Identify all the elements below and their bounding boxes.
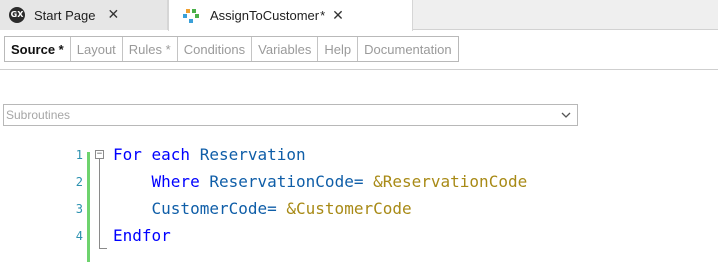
line-number: 4	[75, 229, 83, 243]
code-text[interactable]: For each Reservation	[113, 143, 306, 167]
tab-variables[interactable]: Variables	[251, 37, 317, 61]
code-token: Reservation	[190, 145, 306, 164]
tab-rules[interactable]: Rules *	[121, 37, 177, 61]
subroutines-dropdown[interactable]: Subroutines	[3, 104, 578, 126]
tab-label: AssignToCustomer	[210, 8, 320, 23]
modified-marker: *	[320, 8, 326, 23]
code-token: &ReservationCode	[373, 172, 528, 191]
code-token: ReservationCode=	[199, 172, 374, 191]
code-text[interactable]: Where ReservationCode= &ReservationCode	[113, 170, 528, 194]
tab-help[interactable]: Help	[317, 37, 357, 61]
code-line[interactable]: 4 Endfor	[0, 224, 718, 248]
code-text[interactable]: CustomerCode= &CustomerCode	[113, 197, 412, 221]
procedure-object-icon	[183, 8, 201, 24]
subroutines-value: Subroutines	[6, 108, 71, 122]
code-text[interactable]: Endfor	[113, 224, 171, 248]
close-icon[interactable]: ✕	[332, 8, 344, 24]
close-icon[interactable]: ✕	[107, 7, 119, 23]
line-number: 1	[75, 148, 83, 162]
code-token: &CustomerCode	[286, 199, 412, 218]
gx-logo-icon: GX	[9, 7, 25, 23]
code-line[interactable]: 2 Where ReservationCode= &ReservationCod…	[0, 170, 718, 194]
tab-layout[interactable]: Layout	[69, 37, 122, 61]
tab-documentation[interactable]: Documentation	[357, 37, 457, 61]
tab-assign-to-customer[interactable]: AssignToCustomer * ✕	[168, 0, 413, 31]
code-token: CustomerCode=	[113, 199, 287, 218]
tab-conditions[interactable]: Conditions	[176, 37, 251, 61]
line-number: 2	[75, 175, 83, 189]
tab-start-page[interactable]: GX Start Page ✕	[0, 0, 168, 30]
fold-guide-end	[99, 248, 107, 249]
tab-source[interactable]: Source *	[5, 37, 70, 61]
part-tabs: Source * Layout Rules * Conditions Varia…	[4, 36, 459, 62]
code-token: Where	[113, 172, 200, 191]
document-tab-strip: GX Start Page ✕ AssignToCustomer * ✕	[0, 0, 718, 31]
chevron-down-icon[interactable]	[555, 105, 577, 125]
tab-label: Start Page	[34, 7, 96, 23]
code-line[interactable]: 1 For each Reservation	[0, 143, 718, 167]
line-number: 3	[75, 202, 83, 216]
code-token: For each	[113, 145, 191, 164]
code-token: Endfor	[113, 226, 171, 245]
code-editor[interactable]: − 1 For each Reservation 2 Where Reserva…	[0, 142, 718, 268]
divider	[0, 69, 718, 70]
code-line[interactable]: 3 CustomerCode= &CustomerCode	[0, 197, 718, 221]
